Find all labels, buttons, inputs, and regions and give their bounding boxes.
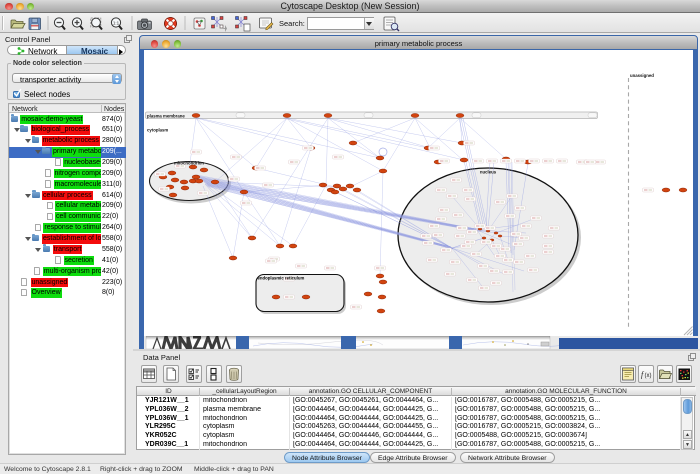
svg-text:mitochondrion: mitochondrion — [174, 161, 204, 166]
svg-text:(x): (x) — [645, 373, 652, 379]
svg-text:endoplasmic reticulum: endoplasmic reticulum — [258, 276, 305, 281]
svg-text:1:1: 1:1 — [113, 21, 120, 26]
svg-text:cytoplasm: cytoplasm — [147, 128, 168, 133]
svg-text:nucleus: nucleus — [480, 170, 497, 175]
svg-text:plasma membrane: plasma membrane — [147, 114, 185, 119]
svg-text:unassigned: unassigned — [630, 73, 654, 78]
